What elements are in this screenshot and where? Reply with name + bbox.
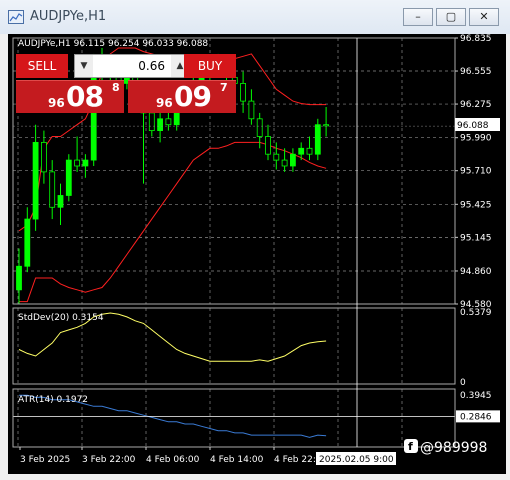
price-axis-label: 96.275 bbox=[460, 100, 492, 110]
svg-text:f: f bbox=[408, 440, 413, 453]
stddev-axis-label: 0.5379 bbox=[460, 308, 492, 318]
candle-body bbox=[24, 218, 31, 267]
restore-button[interactable]: ▢ bbox=[436, 8, 466, 26]
buy-button[interactable]: BUY bbox=[184, 54, 236, 78]
window-titlebar: AUDJPYe,H1 – ▢ ✕ bbox=[0, 0, 510, 34]
price-axis-label: 95.710 bbox=[460, 167, 492, 177]
candle-body bbox=[57, 195, 64, 208]
time-axis-label: 3 Feb 22:00 bbox=[82, 455, 136, 465]
candle-body bbox=[314, 124, 321, 155]
candle-body bbox=[240, 83, 247, 102]
price-axis-label: 95.145 bbox=[460, 233, 492, 243]
candle-body bbox=[49, 171, 56, 208]
candle-body bbox=[148, 112, 155, 131]
indicator-lines bbox=[13, 312, 455, 438]
candle-body bbox=[32, 141, 39, 220]
atr-label: ATR(14) 0.1972 bbox=[18, 395, 88, 405]
price-axis-label: 94.860 bbox=[460, 267, 492, 277]
candle-body bbox=[281, 159, 288, 167]
sell-price-box[interactable]: 96 08 8 bbox=[16, 80, 124, 113]
candle-body bbox=[157, 118, 164, 131]
candle-body bbox=[41, 141, 47, 173]
lower-band-line bbox=[19, 141, 327, 303]
close-button[interactable]: ✕ bbox=[469, 8, 499, 26]
candle-body bbox=[74, 159, 80, 167]
candle-body bbox=[298, 147, 305, 155]
buy-price-pips: 09 bbox=[174, 80, 212, 113]
candle-body bbox=[265, 136, 271, 155]
buy-price-fraction: 7 bbox=[220, 81, 228, 94]
watermark-logo-icon: f bbox=[404, 439, 418, 453]
atr-level-label: 0.2846 bbox=[460, 412, 492, 422]
candle-body bbox=[323, 124, 330, 127]
time-axis-label: 4 Feb 06:00 bbox=[146, 455, 200, 465]
sell-price-pips: 08 bbox=[66, 80, 104, 113]
price-axis-label: 95.425 bbox=[460, 200, 492, 210]
price-axis-label: 96.555 bbox=[460, 67, 492, 77]
stddev-axis-label: 0 bbox=[460, 378, 466, 388]
chart-window-icon bbox=[8, 10, 24, 24]
sell-button[interactable]: SELL bbox=[16, 54, 68, 78]
window-title: AUDJPYe,H1 bbox=[30, 9, 107, 24]
atr-axis-label: 0.3945 bbox=[460, 391, 492, 401]
candle-body bbox=[256, 118, 263, 137]
current-price-label: 96.088 bbox=[457, 121, 489, 131]
candle-body bbox=[65, 159, 72, 196]
lot-decrease-icon[interactable]: ▼ bbox=[75, 55, 93, 77]
buy-price-prefix: 96 bbox=[156, 96, 173, 110]
price-axis-label: 95.990 bbox=[460, 134, 492, 144]
candle-body bbox=[306, 147, 313, 155]
minimize-button[interactable]: – bbox=[403, 8, 433, 26]
candle-body bbox=[165, 118, 172, 126]
candle-body bbox=[16, 265, 22, 291]
watermark-text: @989998 bbox=[420, 440, 487, 456]
crosshair-time-label: 2025.02.05 9:00 bbox=[319, 455, 394, 465]
price-axis-label: 96.835 bbox=[460, 34, 492, 44]
time-axis-label: 4 Feb 14:00 bbox=[210, 455, 264, 465]
buy-price-box[interactable]: 96 09 7 bbox=[128, 80, 236, 113]
lot-stepper[interactable]: ▼ ▲ bbox=[74, 54, 190, 78]
chart-area[interactable]: 96.835 96.555 96.275 95.990 95.710 95.425 95.1… bbox=[8, 34, 506, 474]
candle-body bbox=[273, 153, 280, 161]
stddev-label: StdDev(20) 0.3154 bbox=[18, 313, 104, 323]
candle-body bbox=[82, 159, 89, 167]
chart-header: AUDJPYe,H1 96.115 96.254 96.033 96.088 bbox=[18, 39, 208, 49]
time-axis-label: 3 Feb 2025 bbox=[20, 455, 70, 465]
sell-price-fraction: 8 bbox=[112, 81, 120, 94]
lot-size-input[interactable] bbox=[95, 55, 169, 77]
candle-body bbox=[289, 153, 296, 167]
candle-body bbox=[248, 100, 255, 120]
sell-price-prefix: 96 bbox=[48, 96, 65, 110]
